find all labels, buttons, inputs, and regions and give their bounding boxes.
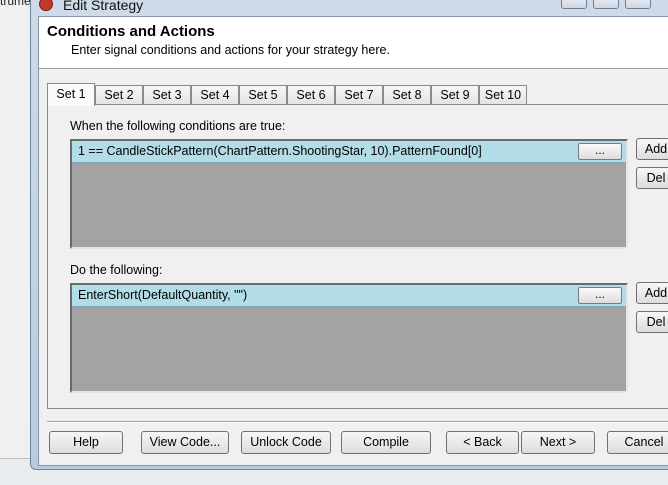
help-button[interactable]: Help bbox=[49, 431, 123, 454]
tab-page-set-1: When the following conditions are true: … bbox=[47, 104, 668, 409]
tab-set-10[interactable]: Set 10 bbox=[479, 85, 527, 105]
actions-label: Do the following: bbox=[70, 263, 163, 277]
strategy-app-icon bbox=[39, 0, 53, 11]
set-tabs: Set 1 Set 2 Set 3 Set 4 Set 5 Set 6 Set … bbox=[47, 83, 647, 106]
delete-condition-button[interactable]: Del bbox=[636, 167, 668, 189]
tab-set-2[interactable]: Set 2 bbox=[95, 85, 143, 105]
tab-set-5[interactable]: Set 5 bbox=[239, 85, 287, 105]
conditions-label: When the following conditions are true: bbox=[70, 119, 286, 133]
minimize-button[interactable] bbox=[561, 0, 587, 9]
tab-set-6[interactable]: Set 6 bbox=[287, 85, 335, 105]
edit-action-button[interactable]: ... bbox=[578, 287, 622, 304]
condition-row[interactable]: 1 == CandleStickPattern(ChartPattern.Sho… bbox=[72, 141, 626, 163]
compile-button[interactable]: Compile bbox=[341, 431, 431, 454]
edit-condition-button[interactable]: ... bbox=[578, 143, 622, 160]
tab-set-9[interactable]: Set 9 bbox=[431, 85, 479, 105]
page-title: Conditions and Actions bbox=[47, 23, 215, 40]
dialog-content: Conditions and Actions Enter signal cond… bbox=[38, 16, 668, 466]
page-subtitle: Enter signal conditions and actions for … bbox=[71, 43, 390, 57]
cancel-button[interactable]: Cancel bbox=[607, 431, 668, 454]
title-bar[interactable]: Edit Strategy bbox=[31, 0, 668, 17]
conditions-list[interactable]: 1 == CandleStickPattern(ChartPattern.Sho… bbox=[70, 139, 628, 249]
condition-text: 1 == CandleStickPattern(ChartPattern.Sho… bbox=[78, 144, 482, 158]
tab-set-3[interactable]: Set 3 bbox=[143, 85, 191, 105]
tab-set-8[interactable]: Set 8 bbox=[383, 85, 431, 105]
action-text: EnterShort(DefaultQuantity, "") bbox=[78, 288, 248, 302]
background-window-text: trume bbox=[0, 0, 31, 8]
page-header: Conditions and Actions Enter signal cond… bbox=[39, 17, 668, 69]
tab-set-1[interactable]: Set 1 bbox=[47, 83, 95, 106]
view-code-button[interactable]: View Code... bbox=[141, 431, 229, 454]
next-button[interactable]: Next > bbox=[521, 431, 595, 454]
actions-list[interactable]: EnterShort(DefaultQuantity, "") ... bbox=[70, 283, 628, 393]
maximize-button[interactable] bbox=[593, 0, 619, 9]
delete-action-button[interactable]: Del bbox=[636, 311, 668, 333]
footer-divider bbox=[47, 421, 668, 422]
background-window-edge: trume bbox=[0, 0, 32, 460]
add-action-button[interactable]: Add bbox=[636, 282, 668, 304]
tab-set-7[interactable]: Set 7 bbox=[335, 85, 383, 105]
tab-set-4[interactable]: Set 4 bbox=[191, 85, 239, 105]
back-button[interactable]: < Back bbox=[446, 431, 519, 454]
window-title: Edit Strategy bbox=[63, 0, 144, 13]
action-row[interactable]: EnterShort(DefaultQuantity, "") ... bbox=[72, 285, 626, 307]
close-button[interactable] bbox=[625, 0, 651, 9]
add-condition-button[interactable]: Add bbox=[636, 138, 668, 160]
unlock-code-button[interactable]: Unlock Code bbox=[241, 431, 331, 454]
